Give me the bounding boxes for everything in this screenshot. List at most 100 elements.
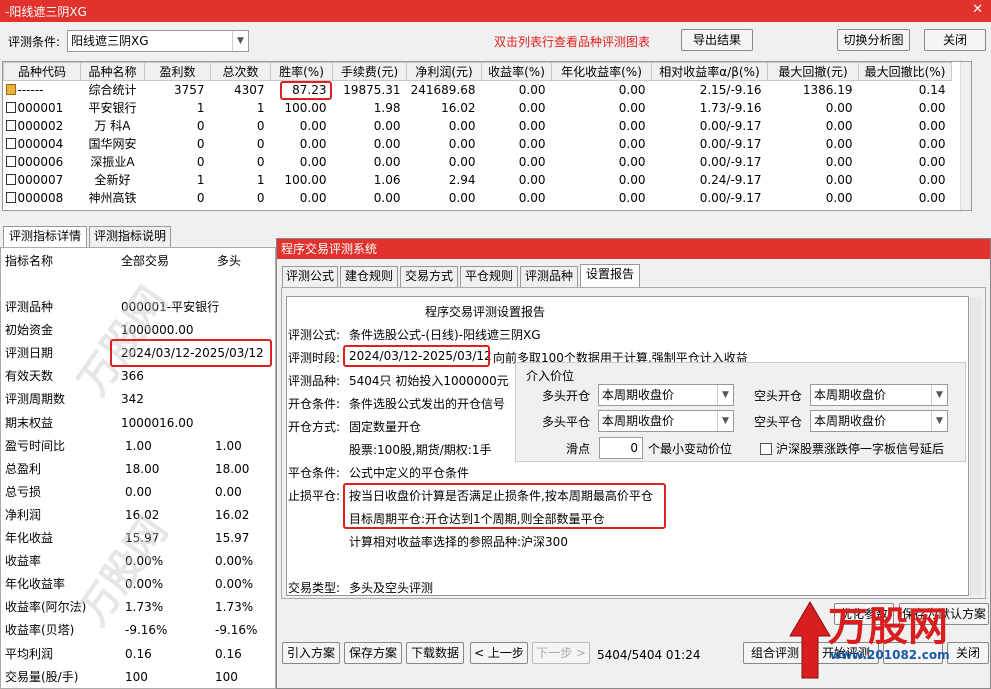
report-scrollbar[interactable] xyxy=(970,297,982,595)
limit-check[interactable]: 沪深股票涨跌停一字板信号延后 xyxy=(760,440,944,457)
save-plan-button[interactable]: 保存方案 xyxy=(344,642,402,664)
long-open-value: 本周期收盘价 xyxy=(602,388,675,402)
grid-hint: 双击列表行查看品种评测图表 xyxy=(494,35,651,49)
grid-column-header[interactable]: 手续费(元) xyxy=(332,62,407,81)
metrics-name: 评测周期数 xyxy=(5,392,66,407)
grid-column-header[interactable]: 品种代码 xyxy=(3,62,81,81)
metrics-long: 0.16 xyxy=(215,646,242,661)
logo: 万股网 www.201082.com xyxy=(770,592,980,686)
grid-column-header[interactable]: 收益率(%) xyxy=(481,62,552,81)
stop-label: 止损平仓: xyxy=(288,489,341,503)
slip-unit: 个最小变动价位 xyxy=(648,442,733,456)
metrics-row: 总盈利 18.00 18.00 xyxy=(1,458,275,480)
grid-cell-rate: 0.00 xyxy=(299,136,327,151)
table-row[interactable]: 000001 平安银行 1 1 100.00 1.98 16.02 0.00 0.00 1.73/… xyxy=(4,99,952,117)
grid-cell-name: 国华网安 xyxy=(88,137,137,151)
grid-cell-rate: 100.00 xyxy=(284,172,327,187)
grid-column-header[interactable]: 胜率(%) xyxy=(270,62,333,81)
slip-input[interactable]: 0 xyxy=(599,437,643,459)
tab-varieties[interactable]: 评测品种 xyxy=(520,266,578,287)
grid-column-header[interactable]: 最大回撤(元) xyxy=(767,62,859,81)
next-button[interactable]: 下一步 > xyxy=(532,642,590,664)
grid-cell-annual: 0.00 xyxy=(618,172,646,187)
tab-close-rules[interactable]: 平仓规则 xyxy=(460,266,518,287)
open-cond-value: 条件选股公式发出的开仓信号 xyxy=(349,397,506,411)
switch-chart-button[interactable]: 切换分析图 xyxy=(837,29,910,51)
close-button[interactable]: 关闭 xyxy=(924,29,986,51)
table-row[interactable]: 000008 神州高铁 0 0 0.00 0.00 0.00 0.00 0.00 0.00/-9.… xyxy=(4,189,952,207)
checkbox-icon[interactable] xyxy=(5,101,16,113)
metrics-all: 1.00 xyxy=(125,438,152,453)
grid-cell-code: 000007 xyxy=(4,171,81,189)
tab-report[interactable]: 设置报告 xyxy=(580,264,640,287)
long-close-label: 多头平仓 xyxy=(542,415,591,429)
export-button[interactable]: 导出结果 xyxy=(681,29,753,51)
checkbox-icon[interactable] xyxy=(760,443,772,455)
close-cond-value: 公式中定义的平仓条件 xyxy=(349,466,470,480)
grid-column-header[interactable]: 品种名称 xyxy=(80,62,145,81)
open-way-label: 开仓方式: xyxy=(288,420,341,434)
short-close-value: 本周期收盘价 xyxy=(814,414,887,428)
metrics-long: 100 xyxy=(215,669,238,684)
grid-column-header[interactable]: 年化收益率(%) xyxy=(551,62,652,81)
tab-metrics-detail[interactable]: 评测指标详情 xyxy=(3,226,87,247)
table-row[interactable]: 000004 国华网安 0 0 0.00 0.00 0.00 0.00 0.00 0.00/-9.… xyxy=(4,135,952,153)
grid-column-header[interactable]: 净利润(元) xyxy=(406,62,482,81)
progress-text: 5404/5404 01:24 xyxy=(597,648,701,662)
import-button[interactable]: 引入方案 xyxy=(282,642,340,664)
grid-scrollbar[interactable] xyxy=(960,62,971,210)
grid-cell-net: 2.94 xyxy=(448,172,476,187)
tab-trade-mode[interactable]: 交易方式 xyxy=(400,266,458,287)
grid-cell-net: 0.00 xyxy=(448,118,476,133)
table-row[interactable]: ------ 综合统计 3757 4307 87.23 19875.31 241689.68… xyxy=(4,81,952,99)
short-open-select[interactable]: 本周期收盘价 ▼ xyxy=(810,384,948,406)
period-highlight xyxy=(343,345,490,367)
metrics-name: 有效天数 xyxy=(5,369,54,384)
tab-formula[interactable]: 评测公式 xyxy=(282,266,338,287)
grid-cell-ddr: 0.00 xyxy=(918,154,946,169)
metrics-row: 收益率(阿尔法) 1.73% 1.73% xyxy=(1,596,275,618)
grid-column-header[interactable]: 总次数 xyxy=(210,62,271,81)
win-rate-highlight xyxy=(280,81,332,100)
close-icon[interactable]: ✕ xyxy=(972,2,983,17)
grid-cell-dd: 0.00 xyxy=(825,118,853,133)
grid-code-text: ------ xyxy=(17,82,44,97)
metrics-long: 16.02 xyxy=(215,507,250,522)
table-row[interactable]: 000006 深振业A 0 0 0.00 0.00 0.00 0.00 0.00 0.00/-9.… xyxy=(4,153,952,171)
open-way-value: 固定数量开仓 xyxy=(349,420,422,434)
checkbox-icon[interactable] xyxy=(5,173,16,185)
long-open-select[interactable]: 本周期收盘价 ▼ xyxy=(598,384,734,406)
grid-cell-net: 0.00 xyxy=(448,136,476,151)
checkbox-icon[interactable] xyxy=(5,155,16,167)
checkbox-icon[interactable] xyxy=(5,119,16,131)
tab-open-rules[interactable]: 建仓规则 xyxy=(340,266,398,287)
table-row[interactable]: 000007 全新好 1 1 100.00 1.06 2.94 0.00 0.00 0.24/-9… xyxy=(4,171,952,189)
prev-button[interactable]: < 上一步 xyxy=(470,642,528,664)
grid-header-row: 品种代码 品种名称 盈利数 总次数 胜率(%) 手续费(元) 净利润(元) 收益率(%) 年化收… xyxy=(3,62,952,81)
grid-column-header[interactable]: 最大回撤比(%) xyxy=(858,62,952,81)
download-button[interactable]: 下载数据 xyxy=(406,642,464,664)
table-row[interactable]: 000002 万 科A 0 0 0.00 0.00 0.00 0.00 0.00 0.00/-9.… xyxy=(4,117,952,135)
condition-select[interactable]: 阳线遮三阴XG ▼ xyxy=(67,30,249,52)
metrics-row: 期末权益 1000016.00 xyxy=(1,412,275,434)
checkbox-icon[interactable] xyxy=(5,137,16,149)
grid-cell-code: 000006 xyxy=(4,153,81,171)
long-close-select[interactable]: 本周期收盘价 ▼ xyxy=(598,410,734,432)
grid-cell-net: 0.00 xyxy=(448,154,476,169)
checkbox-icon[interactable] xyxy=(5,191,16,203)
grid-column-header[interactable]: 盈利数 xyxy=(144,62,211,81)
grid-cell-total: 1 xyxy=(256,100,265,115)
metrics-name: 年化收益率 xyxy=(5,577,66,592)
folder-icon[interactable] xyxy=(5,83,16,95)
short-close-select[interactable]: 本周期收盘价 ▼ xyxy=(810,410,948,432)
metrics-all: 0.00 xyxy=(125,484,152,499)
results-grid[interactable]: 品种代码 品种名称 盈利数 总次数 胜率(%) 手续费(元) 净利润(元) 收益率(%) 年化收… xyxy=(2,61,972,211)
grid-cell-ddr: 0.00 xyxy=(918,118,946,133)
grid-cell-ddr: 0.00 xyxy=(918,190,946,205)
grid-cell-annual: 0.00 xyxy=(618,190,646,205)
grid-column-header[interactable]: 相对收益率α/β(%) xyxy=(651,62,768,81)
grid-cell-ret: 0.00 xyxy=(518,118,546,133)
tab-metrics-explain[interactable]: 评测指标说明 xyxy=(89,226,171,247)
grid-cell-win: 1 xyxy=(196,172,205,187)
metrics-all: -9.16% xyxy=(125,623,168,638)
